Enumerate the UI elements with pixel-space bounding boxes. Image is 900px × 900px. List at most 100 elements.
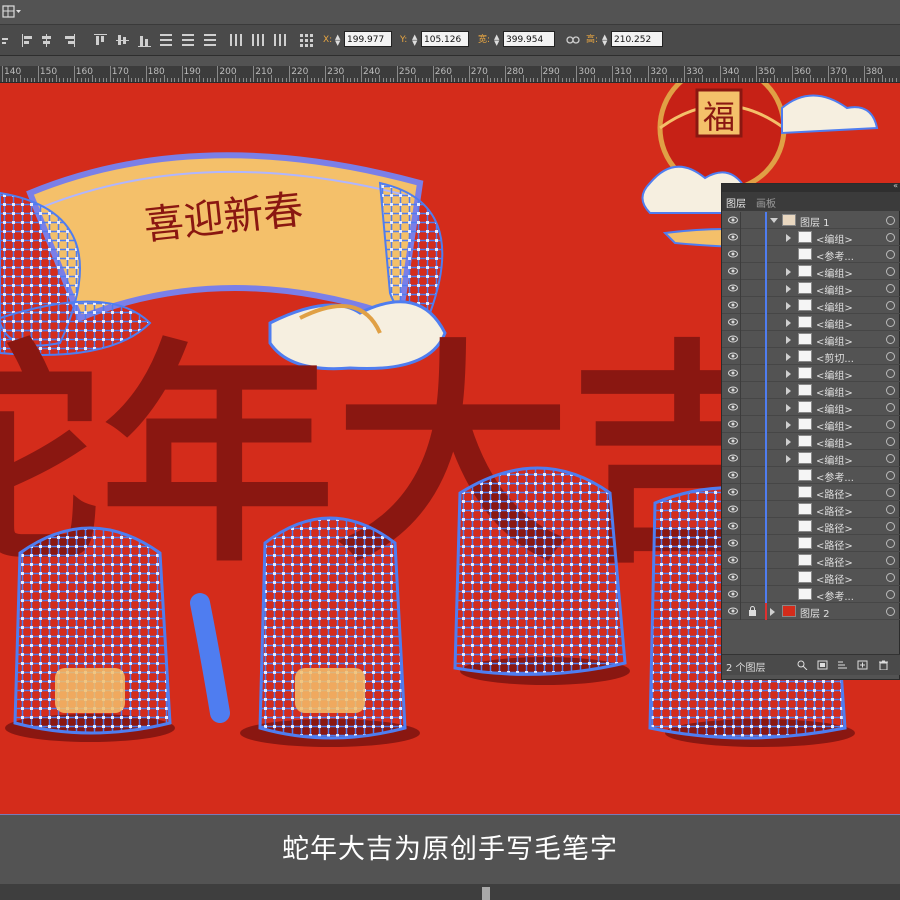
sublayer-row[interactable]: <编组> <box>722 450 900 467</box>
expand-triangle-icon[interactable] <box>786 455 791 463</box>
visibility-eye-icon[interactable] <box>728 250 738 258</box>
visibility-eye-icon[interactable] <box>728 386 738 394</box>
target-circle-icon[interactable] <box>886 267 895 276</box>
target-circle-icon[interactable] <box>886 369 895 378</box>
visibility-eye-icon[interactable] <box>728 607 738 615</box>
sublayer-row[interactable]: <编组> <box>722 382 900 399</box>
visibility-eye-icon[interactable] <box>728 437 738 445</box>
sublayer-row[interactable]: <参考... <box>722 467 900 484</box>
target-circle-icon[interactable] <box>886 590 895 599</box>
visibility-eye-icon[interactable] <box>728 284 738 292</box>
x-field[interactable]: X: ▲ ▼ 199.977 <box>323 31 395 49</box>
visibility-eye-icon[interactable] <box>728 471 738 479</box>
target-circle-icon[interactable] <box>886 522 895 531</box>
visibility-eye-icon[interactable] <box>728 216 738 224</box>
target-circle-icon[interactable] <box>886 250 895 259</box>
visibility-eye-icon[interactable] <box>728 352 738 360</box>
target-circle-icon[interactable] <box>886 216 895 225</box>
sublayer-row[interactable]: <编组> <box>722 416 900 433</box>
expand-triangle-icon[interactable] <box>786 421 791 429</box>
link-proportions-icon[interactable] <box>566 34 580 46</box>
sublayer-row[interactable]: <编组> <box>722 433 900 450</box>
workspace-switcher-icon[interactable] <box>2 4 22 19</box>
lock-toggle[interactable] <box>748 368 757 378</box>
lock-toggle[interactable] <box>748 266 757 276</box>
target-circle-icon[interactable] <box>886 335 895 344</box>
collapse-panel-icon[interactable]: « <box>893 181 898 190</box>
expand-triangle-icon[interactable] <box>786 336 791 344</box>
target-circle-icon[interactable] <box>886 539 895 548</box>
visibility-eye-icon[interactable] <box>728 590 738 598</box>
visibility-eye-icon[interactable] <box>728 573 738 581</box>
width-field[interactable]: 宽: ▲ ▼ 399.954 <box>478 31 558 49</box>
target-circle-icon[interactable] <box>886 454 895 463</box>
tab-artboards[interactable]: 画板 <box>756 195 776 210</box>
x-spinner-icon[interactable]: ▲ ▼ <box>335 34 343 47</box>
new-layer-icon[interactable] <box>857 660 868 670</box>
sublayer-row[interactable]: <编组> <box>722 229 900 246</box>
lock-toggle[interactable] <box>748 402 757 412</box>
target-circle-icon[interactable] <box>886 505 895 514</box>
sublayer-row[interactable]: <路径> <box>722 518 900 535</box>
width-input[interactable]: 399.954 <box>503 31 555 47</box>
lock-toggle[interactable] <box>748 385 757 395</box>
visibility-eye-icon[interactable] <box>728 318 738 326</box>
new-sublayer-icon[interactable] <box>837 660 848 670</box>
collapse-triangle-icon[interactable] <box>770 218 778 223</box>
target-circle-icon[interactable] <box>886 386 895 395</box>
lock-toggle[interactable] <box>748 300 757 310</box>
target-circle-icon[interactable] <box>886 573 895 582</box>
sublayer-row[interactable]: <编组> <box>722 399 900 416</box>
lock-toggle[interactable] <box>748 317 757 327</box>
visibility-eye-icon[interactable] <box>728 556 738 564</box>
sublayer-row[interactable]: <编组> <box>722 365 900 382</box>
tab-layers[interactable]: 图层 <box>726 195 746 210</box>
sublayer-row[interactable]: <编组> <box>722 263 900 280</box>
target-circle-icon[interactable] <box>886 471 895 480</box>
expand-triangle-icon[interactable] <box>786 319 791 327</box>
target-circle-icon[interactable] <box>886 403 895 412</box>
lock-toggle[interactable] <box>748 487 757 497</box>
lock-toggle[interactable] <box>748 351 757 361</box>
horizontal-ruler[interactable]: 140 150 160 170 180 190 200 210 220 230 240 250 260 2… <box>0 66 900 83</box>
sublayer-row[interactable]: <编组> <box>722 331 900 348</box>
visibility-eye-icon[interactable] <box>728 233 738 241</box>
lock-toggle[interactable] <box>748 589 757 599</box>
target-circle-icon[interactable] <box>886 352 895 361</box>
align-tools-icon[interactable] <box>0 25 320 55</box>
make-clipping-mask-icon[interactable] <box>817 660 828 670</box>
expand-triangle-icon[interactable] <box>770 608 775 616</box>
lock-toggle[interactable] <box>748 419 757 429</box>
sublayer-row[interactable]: <路径> <box>722 535 900 552</box>
panel-titlebar[interactable]: « <box>722 181 900 192</box>
y-spinner-icon[interactable]: ▲ ▼ <box>412 34 420 47</box>
target-circle-icon[interactable] <box>886 556 895 565</box>
lock-icon[interactable] <box>748 606 757 616</box>
lock-toggle[interactable] <box>748 572 757 582</box>
visibility-eye-icon[interactable] <box>728 369 738 377</box>
target-circle-icon[interactable] <box>886 488 895 497</box>
expand-triangle-icon[interactable] <box>786 387 791 395</box>
lock-toggle[interactable] <box>748 436 757 446</box>
visibility-eye-icon[interactable] <box>728 267 738 275</box>
lock-toggle[interactable] <box>748 555 757 565</box>
target-circle-icon[interactable] <box>886 437 895 446</box>
y-input[interactable]: 105.126 <box>421 31 469 47</box>
delete-layer-icon[interactable] <box>878 660 889 670</box>
visibility-eye-icon[interactable] <box>728 522 738 530</box>
sublayer-row[interactable]: <路径> <box>722 569 900 586</box>
visibility-eye-icon[interactable] <box>728 488 738 496</box>
width-spinner-icon[interactable]: ▲ ▼ <box>494 34 502 47</box>
visibility-eye-icon[interactable] <box>728 505 738 513</box>
x-input[interactable]: 199.977 <box>344 31 392 47</box>
sublayer-row[interactable]: <路径> <box>722 552 900 569</box>
visibility-eye-icon[interactable] <box>728 420 738 428</box>
lock-toggle[interactable] <box>748 453 757 463</box>
lock-toggle[interactable] <box>748 470 757 480</box>
target-circle-icon[interactable] <box>886 318 895 327</box>
lock-toggle[interactable] <box>748 283 757 293</box>
lock-toggle[interactable] <box>748 538 757 548</box>
sublayer-row[interactable]: <参考... <box>722 586 900 603</box>
sublayer-row[interactable]: <路径> <box>722 501 900 518</box>
lock-toggle[interactable] <box>748 232 757 242</box>
